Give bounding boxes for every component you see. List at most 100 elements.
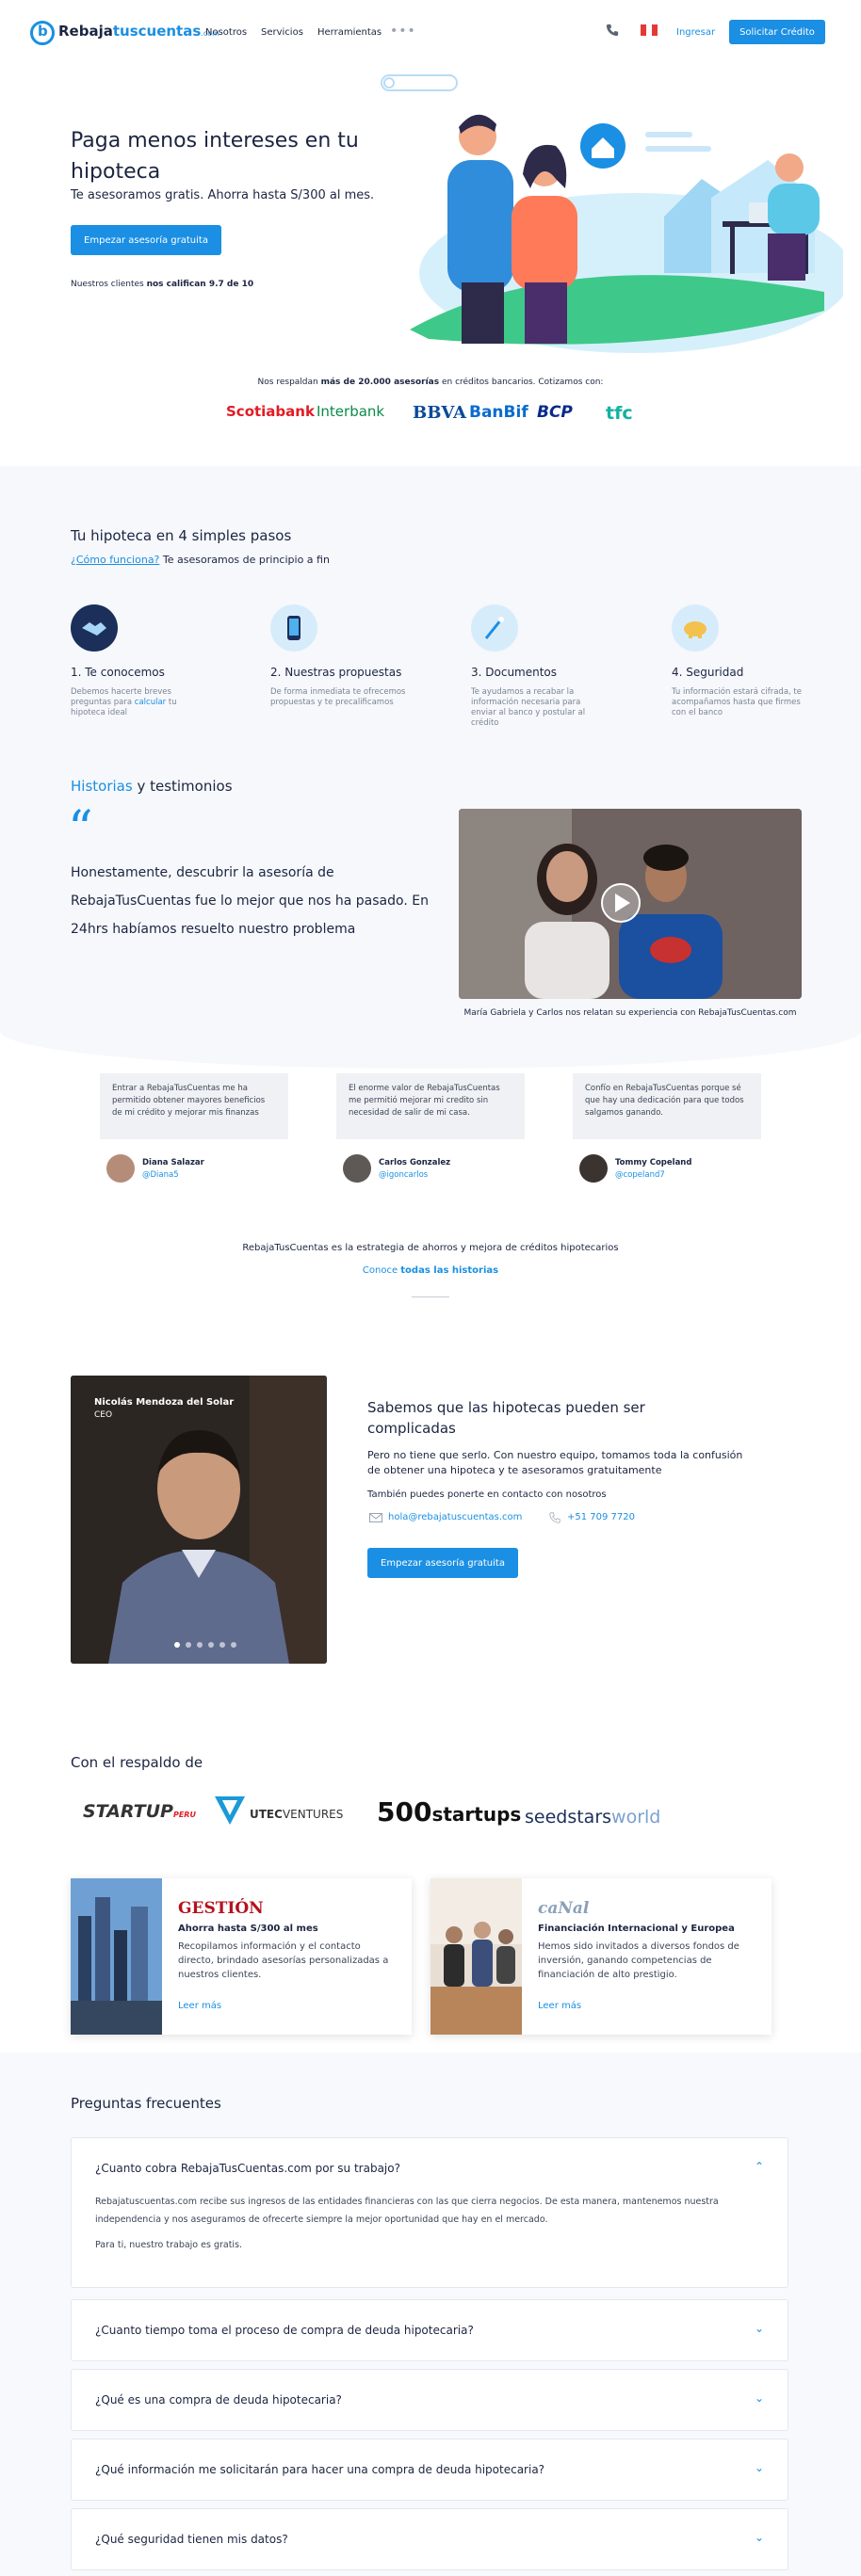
faq-answer: Rebajatuscuentas.com recibe sus ingresos… [95,2193,755,2254]
utec-logo-icon [215,1796,245,1825]
how-it-works-link[interactable]: ¿Cómo funciona? [71,554,159,566]
bank-logo-scotiabank: Scotiabank [226,403,315,420]
all-stories-link[interactable]: Conoce todas las historias [0,1265,861,1276]
testimonial-card: Confío en RebajaTusCuentas porque sé que… [573,1073,761,1139]
contact-email-link[interactable]: hola@rebajatuscuentas.com [388,1512,522,1522]
logo-text-secondary: tuscuentas [112,23,202,40]
rating-note: Nuestros clientes nos califican 9.7 de 1… [71,280,253,289]
steps-title: Tu hipoteca en 4 simples pasos [71,527,292,544]
carousel-dots[interactable] [174,1642,236,1648]
partner-ventures: VENTURES [282,1808,344,1821]
start-advice-button[interactable]: Empezar asesoría gratuita [367,1548,518,1578]
rating-note-prefix: Nuestros clientes [71,280,147,289]
faq-question[interactable]: ¿Qué información me solicitarán para hac… [95,2463,544,2476]
hero-subtitle: Te asesoramos gratis. Ahorra hasta S/300… [71,188,375,202]
partner-peru: PERU [172,1811,196,1819]
partner-logo-seedstars: seedstarsworld [525,1807,660,1827]
faq-answer-paragraph: Rebajatuscuentas.com recibe sus ingresos… [95,2197,719,2225]
step-3-title: 3. Documentos [471,666,558,679]
step-4-desc: Tu información estará cifrada, te acompa… [672,687,802,717]
city-image [71,1878,162,2035]
hero-illustration [381,74,843,353]
ceo-role: CEO [94,1410,113,1420]
chevron-up-icon[interactable]: ⌃ [755,2160,764,2173]
peru-flag-icon[interactable] [641,24,658,36]
faq-item[interactable]: ¿Qué información me solicitarán para hac… [71,2439,788,2501]
more-menu-icon[interactable]: ••• [390,24,416,39]
chevron-down-icon[interactable]: ⌄ [755,2461,764,2474]
press-card-canal: caNal Financiación Internacional y Europ… [430,1878,772,2035]
partner-startup: STARTUP [83,1801,173,1822]
video-caption: María Gabriela y Carlos nos relatan su e… [463,1008,797,1018]
faq-title: Preguntas frecuentes [71,2095,221,2112]
strategy-text: RebajaTusCuentas es la estrategia de aho… [242,1243,619,1253]
faq-question[interactable]: ¿Qué es una compra de deuda hipotecaria? [95,2393,342,2407]
step-4-title: 4. Seguridad [672,666,744,679]
nav-servicios[interactable]: Servicios [261,27,303,38]
bank-logo-bcp: BCP [537,403,573,422]
faq-question[interactable]: ¿Qué seguridad tienen mis datos? [95,2533,288,2546]
partner-logo-utec: UTECVENTURES [250,1808,343,1821]
ingresar-link[interactable]: Ingresar [676,27,715,38]
chevron-down-icon[interactable]: ⌄ [755,2391,764,2405]
testimonial-handle[interactable]: @Diana5 [142,1170,179,1180]
contact-text: También puedes ponerte en contacto con n… [367,1489,607,1500]
press-logo: caNal [538,1899,590,1918]
step-1-desc: Debemos hacerte breves preguntas para ca… [71,687,207,718]
press-card-gestion: GESTIÓN Ahorra hasta S/300 al mes Recopi… [71,1878,412,2035]
testimonial-handle[interactable]: @copeland7 [615,1170,665,1180]
press-logo: GESTIÓN [178,1899,264,1918]
testimonial-name: Diana Salazar [142,1158,204,1167]
logo[interactable]: Rebajatuscuentas.com [58,23,219,40]
start-advice-button[interactable]: Empezar asesoría gratuita [71,225,221,255]
faq-item[interactable]: ¿Qué es una compra de deuda hipotecaria?… [71,2369,788,2431]
ceo-section-title: Sabemos que las hipotecas pueden ser com… [367,1399,645,1437]
bank-logo-banbif: BanBif [469,403,528,422]
step-3-desc: Te ayudamos a recabar la información nec… [471,687,586,728]
nav-nosotros[interactable]: Nosotros [205,27,247,38]
logo-icon[interactable] [30,21,55,45]
chevron-down-icon[interactable]: ⌄ [755,2322,764,2335]
testimonial-name: Carlos Gonzalez [379,1158,451,1167]
avatar [579,1154,608,1183]
mail-icon [369,1513,382,1522]
step-1-title: 1. Te conocemos [71,666,165,679]
bank-logo-tfc: tfc [606,403,633,424]
press-headline: Ahorra hasta S/300 al mes [178,1924,318,1934]
documents-icon [471,604,518,652]
hero-title: Paga menos intereses en tu hipoteca [71,129,359,184]
faq-item-open[interactable]: ¿Cuanto cobra RebajaTusCuentas.com por s… [71,2137,788,2288]
faq-item[interactable]: ¿Qué seguridad tienen mis datos? ⌄ [71,2508,788,2570]
chevron-down-icon[interactable]: ⌄ [755,2531,764,2544]
support-line: Nos respaldan más de 20.000 asesorías en… [0,378,861,387]
partner-startups: startups [431,1803,522,1826]
support-count: más de 20.000 asesorías [320,378,440,387]
testimonial-video[interactable] [459,809,802,999]
calculate-link[interactable]: calcular [135,698,166,707]
press-body: Hemos sido invitados a diversos fondos d… [538,1941,739,1980]
piggy-bank-icon [672,604,719,652]
solicitar-credito-button[interactable]: Solicitar Crédito [729,20,825,44]
read-more-link[interactable]: Leer más [178,2001,221,2011]
history-title-rest: y testimonios [132,778,233,795]
step-2-desc: De forma inmediata te ofrecemos propuest… [270,687,406,707]
team-image [430,1878,522,2035]
quote-icon: “ [68,801,93,858]
testimonial-card: Entrar a RebajaTusCuentas me ha permitid… [100,1073,288,1139]
faq-question[interactable]: ¿Cuanto tiempo toma el proceso de compra… [95,2324,474,2337]
read-more-link[interactable]: Leer más [538,2001,581,2011]
bank-logo-interbank: Interbank [317,403,385,420]
steps-subtitle-text: Te asesoramos de principio a fin [162,554,330,566]
backing-title: Con el respaldo de [71,1754,203,1771]
contact-phone-link[interactable]: +51 709 7720 [567,1512,635,1522]
partner-utec: UTEC [250,1808,283,1821]
testimonial-card: El enorme valor de RebajaTusCuentas me p… [336,1073,525,1139]
faq-item[interactable]: ¿Cuanto tiempo toma el proceso de compra… [71,2299,788,2361]
history-title: Historias y testimonios [71,778,233,795]
nav-herramientas[interactable]: Herramientas [317,27,382,38]
phone-icon[interactable] [606,24,619,37]
partner-logo-startup-peru: STARTUPPERU [83,1801,196,1822]
faq-question[interactable]: ¿Cuanto cobra RebajaTusCuentas.com por s… [95,2162,400,2175]
handshake-icon [71,604,118,652]
testimonial-handle[interactable]: @igoncarlos [379,1170,428,1180]
